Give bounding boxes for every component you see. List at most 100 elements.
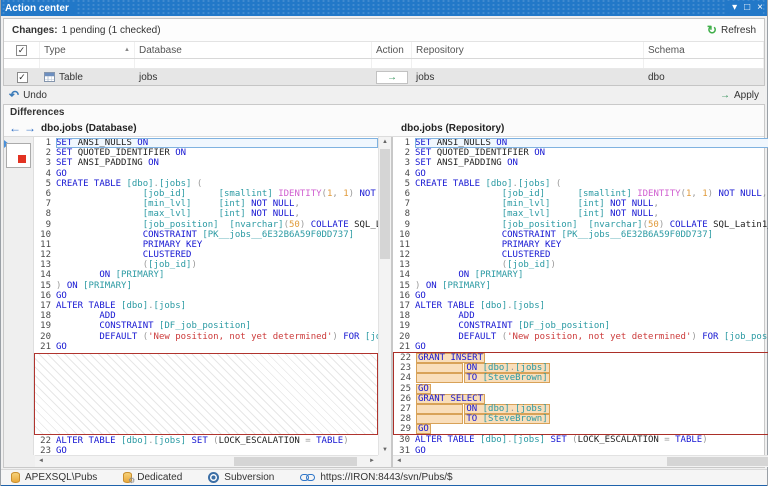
status-repository-url[interactable]: https://IRON:8443/svn/Pubs/$ [300,472,452,483]
code-line[interactable]: 24 TO [SteveBrown] [394,373,768,383]
code-line[interactable]: 3SET ANSI_PADDING ON [34,158,378,168]
code-line[interactable]: 5CREATE TABLE [dbo].[jobs] ( [393,179,768,189]
code-text: CLUSTERED [415,250,768,260]
code-line[interactable]: 18 ADD [34,311,378,321]
horizontal-scrollbar[interactable]: ◄ ► [35,455,378,467]
code-line[interactable]: 23GO [34,446,378,455]
code-line[interactable]: 6 [job_id] [smallint] IDENTITY(1, 1) NOT… [34,189,378,199]
code-line[interactable]: 6 [job_id] [smallint] IDENTITY(1, 1) NOT… [393,189,768,199]
code-line[interactable]: 17ALTER TABLE [dbo].[jobs] [34,301,378,311]
code-line[interactable]: 11 PRIMARY KEY [393,240,768,250]
code-line[interactable]: 26GRANT SELECT [394,394,768,404]
undo-button[interactable]: ↶ Undo [9,90,47,101]
code-text: ON [dbo].[jobs] [416,404,768,414]
code-token: ALTER TABLE [415,435,480,445]
code-token: [job_position] [502,220,578,230]
code-token: [dbo] [121,301,148,311]
column-header-action[interactable]: Action [372,42,412,58]
code-line[interactable]: 20 DEFAULT ('New position, not yet deter… [34,332,378,342]
scroll-left-icon[interactable]: ◄ [38,458,44,464]
scrollbar-thumb[interactable] [380,149,390,259]
window-position-icon[interactable]: ▾ [732,1,737,15]
scroll-up-icon[interactable]: ▲ [379,139,391,145]
code-line[interactable]: 15) ON [PRIMARY] [34,281,378,291]
table-row[interactable]: Table jobs → jobs dbo [4,69,764,85]
maximize-icon[interactable]: □ [744,1,750,15]
column-header-schema[interactable]: Schema [644,42,764,58]
code-line[interactable]: 14 ON [PRIMARY] [34,270,378,280]
code-line[interactable]: 21GO [34,342,378,352]
diff-map[interactable] [6,143,31,168]
code-line[interactable]: 29GO [394,424,768,434]
code-line[interactable]: 12 CLUSTERED [393,250,768,260]
close-icon[interactable]: × [757,1,763,15]
vertical-scrollbar[interactable]: ▲ ▼ [378,137,391,455]
code-line[interactable]: 15) ON [PRIMARY] [393,281,768,291]
code-token: CREATE TABLE [415,179,485,189]
apply-label: Apply [734,90,759,101]
code-line[interactable]: 14 ON [PRIMARY] [393,270,768,280]
scroll-down-icon[interactable]: ▼ [379,447,391,453]
code-token [415,240,502,250]
code-line[interactable]: 22ALTER TABLE [dbo].[jobs] SET (LOCK_ESC… [34,436,378,446]
code-line[interactable]: 17ALTER TABLE [dbo].[jobs] [393,301,768,311]
code-token: ) [708,189,719,199]
code-token: ADD [458,311,474,321]
code-line[interactable]: 19 CONSTRAINT [DF_job_position] [34,321,378,331]
code-line[interactable]: 8 [max_lvl] [int] NOT NULL, [34,209,378,219]
line-number: 18 [393,311,415,321]
code-line[interactable]: 12 CLUSTERED [34,250,378,260]
code-token: GO [415,169,426,179]
code-line[interactable]: 5CREATE TABLE [dbo].[jobs] ( [34,179,378,189]
column-header-repository[interactable]: Repository [412,42,644,58]
code-line[interactable]: 4GO [34,169,378,179]
grid-filter-row[interactable] [4,59,764,69]
code-line[interactable]: 11 PRIMARY KEY [34,240,378,250]
code-line[interactable]: 4GO [393,169,768,179]
code-line[interactable]: 31GO [393,446,768,455]
code-line[interactable]: 23 ON [dbo].[jobs] [394,363,768,373]
code-line[interactable]: 13 ([job_id]) [34,260,378,270]
action-direction-button[interactable]: → [376,71,408,84]
code-line[interactable]: 21GO [393,342,768,352]
code-line[interactable]: 16GO [34,291,378,301]
row-checkbox[interactable] [17,72,28,83]
code-line[interactable]: 20 DEFAULT ('New position, not yet deter… [393,332,768,342]
scroll-right-icon[interactable]: ► [369,458,375,464]
code-line[interactable]: 28 TO [SteveBrown] [394,414,768,424]
code-line[interactable]: 10 CONSTRAINT [PK__jobs__6E32B6A59F0DD73… [34,230,378,240]
select-all-checkbox[interactable] [16,45,27,56]
code-line[interactable]: 19 CONSTRAINT [DF_job_position] [393,321,768,331]
scroll-left-icon[interactable]: ◄ [396,458,402,464]
code-line[interactable]: 18 ADD [393,311,768,321]
code-line[interactable]: 1SET ANSI_NULLS ON [34,138,378,148]
code-text: ([job_id]) [56,260,378,270]
code-line[interactable]: 8 [max_lvl] [int] NOT NULL, [393,209,768,219]
select-all-cell[interactable] [4,42,40,58]
column-header-type[interactable]: Type ▲ [40,42,135,58]
code-line[interactable]: 2SET QUOTED_IDENTIFIER ON [34,148,378,158]
code-line[interactable]: 22GRANT INSERT [394,353,768,363]
code-line[interactable]: 2SET QUOTED_IDENTIFIER ON [393,148,768,158]
code-line[interactable]: 9 [job_position] [nvarchar](50) COLLATE … [34,220,378,230]
code-line[interactable]: 1SET ANSI_NULLS ON [393,138,768,148]
code-line[interactable]: 16GO [393,291,768,301]
code-line[interactable]: 10 CONSTRAINT [PK__jobs__6E32B6A59F0DD73… [393,230,768,240]
code-line[interactable]: 27 ON [dbo].[jobs] [394,404,768,414]
code-line[interactable]: 7 [min_lvl] [int] NOT NULL, [34,199,378,209]
next-difference-icon[interactable]: → [24,122,36,134]
missing-lines-block [34,353,378,435]
scrollbar-thumb[interactable] [234,457,357,466]
code-line[interactable]: 13 ([job_id]) [393,260,768,270]
code-line[interactable]: 25GO [394,384,768,394]
column-header-database[interactable]: Database [135,42,372,58]
code-line[interactable]: 30ALTER TABLE [dbo].[jobs] SET (LOCK_ESC… [393,435,768,445]
horizontal-scrollbar[interactable]: ◄ ► [393,455,768,467]
code-line[interactable]: 7 [min_lvl] [int] NOT NULL, [393,199,768,209]
refresh-button[interactable]: ↻ Refresh [707,25,756,36]
code-line[interactable]: 3SET ANSI_PADDING ON [393,158,768,168]
scrollbar-thumb[interactable] [667,457,768,466]
previous-difference-icon[interactable]: ← [9,122,21,134]
code-line[interactable]: 9 [job_position] [nvarchar](50) COLLATE … [393,220,768,230]
apply-button[interactable]: → Apply [720,90,759,101]
